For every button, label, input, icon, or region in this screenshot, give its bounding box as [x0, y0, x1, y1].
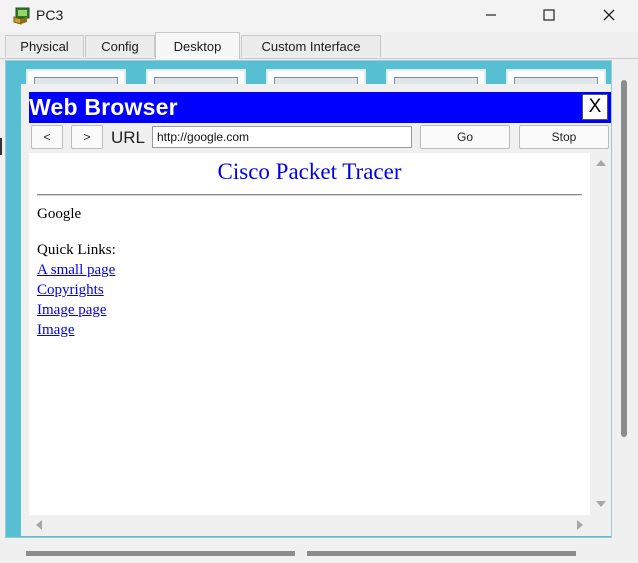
divider	[37, 194, 582, 196]
forward-button[interactable]: >	[71, 125, 103, 149]
browser-title: Web Browser	[29, 94, 178, 120]
scroll-down-icon[interactable]	[591, 496, 611, 512]
window-title: PC3	[36, 7, 64, 23]
page-content: Cisco Packet Tracer Google Quick Links: …	[29, 153, 590, 515]
link-image[interactable]: Image	[37, 322, 74, 339]
tab-config[interactable]: Config	[85, 35, 155, 57]
tab-desktop[interactable]: Desktop	[155, 32, 240, 59]
go-button[interactable]: Go	[420, 125, 510, 149]
minimize-button[interactable]	[462, 0, 520, 30]
maximize-button[interactable]	[520, 0, 578, 30]
scroll-right-icon[interactable]	[572, 515, 588, 535]
window-vertical-scrollbar[interactable]	[621, 80, 627, 437]
back-button[interactable]: <	[31, 125, 63, 149]
tab-physical[interactable]: Physical	[5, 35, 84, 57]
scroll-up-icon[interactable]	[591, 155, 611, 171]
horizontal-scrollbar[interactable]	[29, 515, 590, 535]
scroll-left-icon[interactable]	[31, 515, 47, 535]
minimize-icon	[486, 14, 496, 16]
link-small-page[interactable]: A small page	[37, 262, 115, 279]
tab-custom-interface[interactable]: Custom Interface	[241, 35, 381, 57]
stop-button[interactable]: Stop	[519, 125, 609, 149]
url-label: URL	[111, 128, 146, 147]
scrollbar-corner	[590, 515, 611, 535]
divider	[0, 138, 2, 155]
vertical-scrollbar[interactable]	[591, 153, 611, 515]
device-tabs: Physical Config Desktop Custom Interface	[0, 32, 638, 59]
window-horizontal-scrollbar[interactable]	[26, 551, 295, 556]
link-image-page[interactable]: Image page	[37, 302, 107, 319]
page-title: Cisco Packet Tracer	[217, 159, 402, 184]
close-window-button[interactable]	[580, 0, 638, 30]
pc-app-icon	[13, 7, 30, 25]
page-text: Google	[37, 206, 82, 222]
browser-close-button[interactable]: X	[582, 94, 608, 120]
link-copyrights[interactable]: Copyrights	[37, 282, 104, 299]
maximize-icon	[543, 9, 555, 21]
url-input[interactable]	[152, 126, 412, 148]
quick-links-label: Quick Links:	[37, 242, 116, 258]
window-titlebar: PC3	[0, 0, 638, 32]
browser-header: Web Browser X	[29, 92, 611, 123]
close-icon	[603, 9, 615, 21]
window-horizontal-scrollbar[interactable]	[307, 551, 576, 556]
